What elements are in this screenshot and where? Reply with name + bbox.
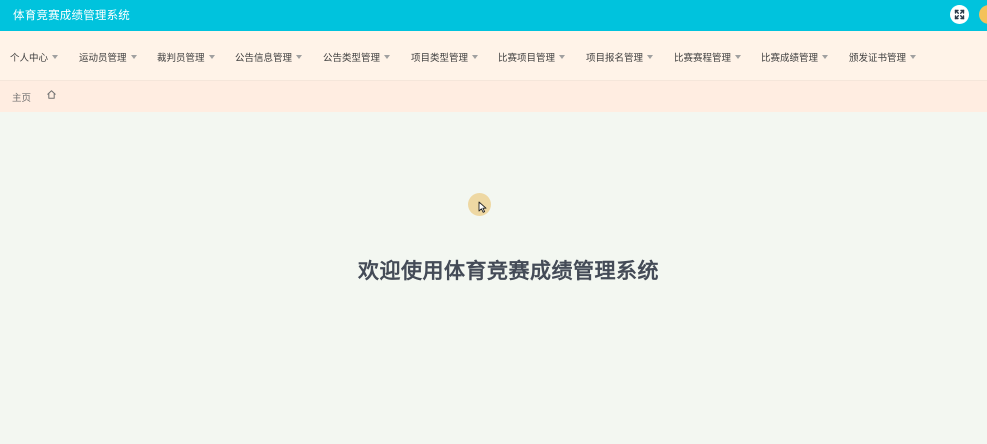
mouse-pointer-icon (478, 201, 487, 213)
menu-item-announcement-info-management[interactable]: 公告信息管理 (235, 50, 303, 64)
menu-item-certificate-issuance-management[interactable]: 颁发证书管理 (849, 50, 917, 64)
caret-down-icon (910, 55, 917, 59)
caret-down-icon (472, 55, 479, 59)
menu-item-label: 比赛赛程管理 (674, 53, 732, 64)
main-menu-bar: 个人中心 运动员管理 裁判员管理 公告信息管理 公告类型管理 项目类型管理 比赛… (0, 31, 987, 81)
menu-item-competition-schedule-management[interactable]: 比赛赛程管理 (674, 50, 742, 64)
menu-item-label: 公告信息管理 (235, 53, 293, 64)
breadcrumb-home-link[interactable]: 主页 (12, 90, 31, 104)
menu-item-athlete-management[interactable]: 运动员管理 (79, 50, 137, 64)
menu-item-label: 个人中心 (10, 53, 49, 64)
menu-item-competition-results-management[interactable]: 比赛成绩管理 (761, 50, 829, 64)
menu-item-label: 颁发证书管理 (849, 53, 907, 64)
caret-down-icon (647, 55, 654, 59)
menu-item-announcement-type-management[interactable]: 公告类型管理 (323, 50, 391, 64)
fullscreen-button[interactable] (950, 5, 969, 24)
top-header-bar: 体育竞赛成绩管理系统 (0, 0, 987, 31)
caret-down-icon (384, 55, 391, 59)
menu-item-event-type-management[interactable]: 项目类型管理 (411, 50, 479, 64)
menu-item-label: 项目类型管理 (411, 53, 469, 64)
main-content: 欢迎使用体育竞赛成绩管理系统 (0, 112, 987, 444)
caret-down-icon (208, 55, 215, 59)
menu-item-personal-center[interactable]: 个人中心 (10, 50, 59, 64)
caret-down-icon (52, 55, 59, 59)
menu-item-event-registration-management[interactable]: 项目报名管理 (586, 50, 654, 64)
caret-down-icon (130, 55, 137, 59)
menu-item-label: 项目报名管理 (586, 53, 644, 64)
caret-down-icon (822, 55, 829, 59)
app-title: 体育竞赛成绩管理系统 (13, 8, 130, 22)
menu-item-label: 裁判员管理 (157, 53, 205, 64)
user-avatar[interactable] (979, 5, 987, 24)
menu-item-label: 比赛项目管理 (498, 53, 556, 64)
menu-item-label: 公告类型管理 (323, 53, 381, 64)
caret-down-icon (735, 55, 742, 59)
home-icon[interactable] (46, 89, 57, 100)
caret-down-icon (296, 55, 303, 59)
menu-item-competition-event-management[interactable]: 比赛项目管理 (498, 50, 566, 64)
welcome-heading: 欢迎使用体育竞赛成绩管理系统 (358, 259, 659, 283)
menu-item-referee-management[interactable]: 裁判员管理 (157, 50, 215, 64)
caret-down-icon (559, 55, 566, 59)
menu-item-label: 比赛成绩管理 (761, 53, 819, 64)
menu-item-label: 运动员管理 (79, 53, 127, 64)
breadcrumb: 主页 (0, 81, 987, 112)
fullscreen-toggle-icon (954, 9, 965, 20)
